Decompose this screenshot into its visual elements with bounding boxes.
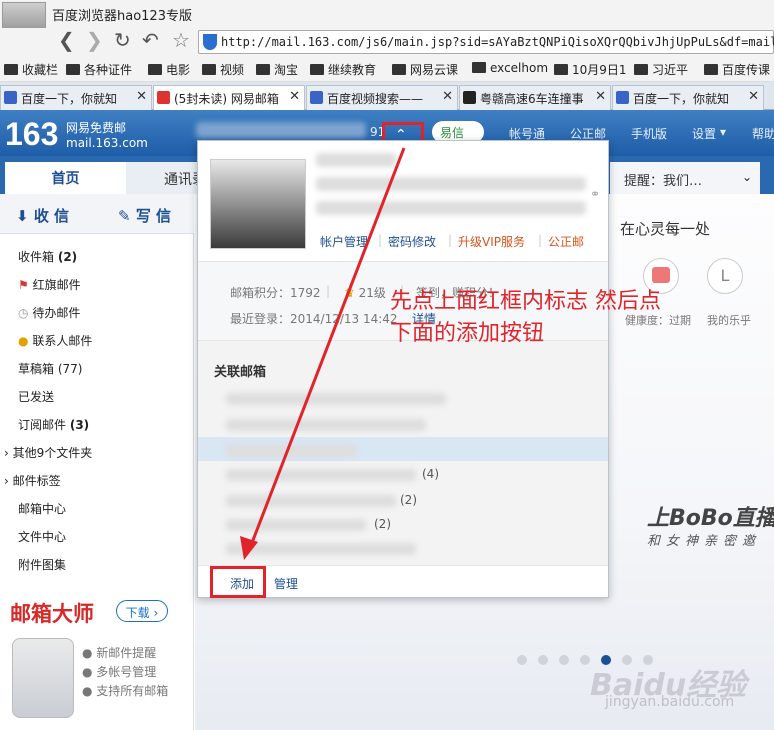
baidu-watermark-url: jingyan.baidu.com: [605, 694, 735, 710]
annotation-arrow: [240, 147, 406, 560]
annotation-text: 先点上面红框内标志 然后点 下面的添加按钮: [390, 289, 661, 346]
